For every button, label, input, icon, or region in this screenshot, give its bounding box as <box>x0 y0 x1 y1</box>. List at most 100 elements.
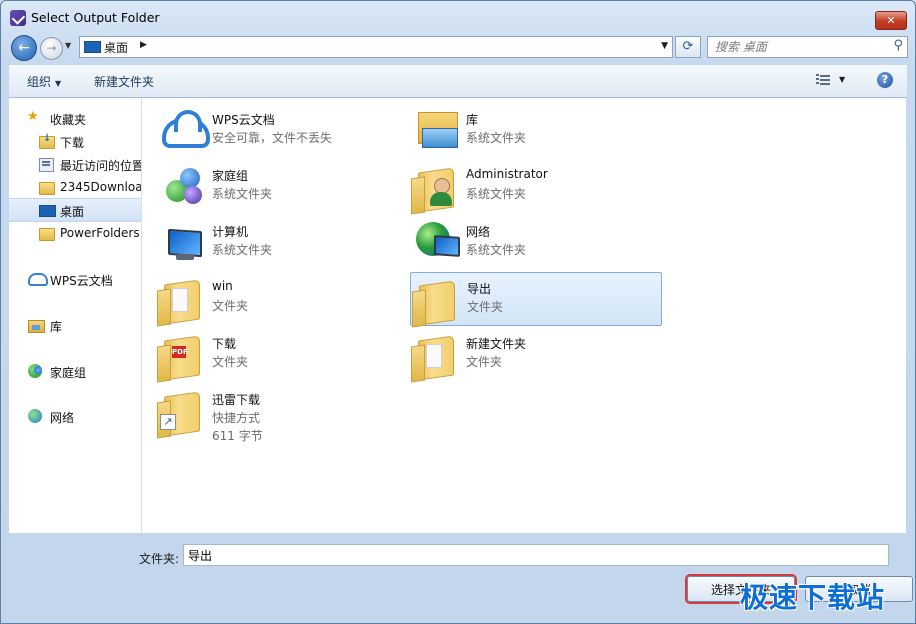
folder-icon <box>39 182 55 195</box>
recent-places-icon <box>39 158 54 172</box>
refresh-icon: ⟳ <box>682 39 694 54</box>
file-item-win[interactable]: win 文件夹 <box>156 272 406 325</box>
folder-name-label: 文件夹: <box>139 552 180 566</box>
file-item-libraries[interactable]: 库 系统文件夹 <box>410 104 660 156</box>
view-options-icon[interactable] <box>816 73 830 87</box>
sidebar-item-favorites[interactable]: ★ 收藏夹 <box>9 107 141 129</box>
sidebar-item-label: 网络 <box>50 411 75 425</box>
file-item-type: 文件夹 <box>212 355 249 369</box>
forward-button[interactable]: → <box>40 37 63 60</box>
sidebar-item-label: 2345Downloads <box>60 180 142 194</box>
file-item-downloads[interactable]: PDF 下载 文件夹 <box>156 328 406 381</box>
recent-pages-dropdown[interactable]: ▼ <box>65 41 71 50</box>
file-item-network[interactable]: 网络 系统文件夹 <box>410 216 660 268</box>
file-item-thunder-downloads[interactable]: ↗ 迅雷下载 快捷方式 611 字节 <box>156 384 406 454</box>
homegroup-icon <box>162 164 206 208</box>
sidebar-item-homegroup[interactable]: 家庭组 <box>9 360 141 382</box>
library-icon <box>28 320 45 333</box>
file-item-computer[interactable]: 计算机 系统文件夹 <box>156 216 406 268</box>
folder-icon <box>417 277 461 326</box>
sidebar-item-desktop[interactable]: 桌面 <box>9 198 141 222</box>
file-item-wps-cloud[interactable]: WPS云文档 安全可靠，文件不丢失 <box>156 104 406 156</box>
network-icon <box>416 220 460 264</box>
sidebar-item-label: 库 <box>50 320 63 334</box>
cloud-icon <box>28 273 48 286</box>
dialog-window: Select Output Folder ✕ ← → ▼ 桌面 ▶ ▼ ⟳ ⚲ … <box>0 0 916 624</box>
sidebar-item-label: WPS云文档 <box>50 274 113 288</box>
file-item-name: 迅雷下载 <box>212 393 261 407</box>
file-item-administrator[interactable]: Administrator 系统文件夹 <box>410 160 660 213</box>
file-list: WPS云文档 安全可靠，文件不丢失 库 系统文件夹 家庭组 系统文件夹 Admi… <box>142 98 906 533</box>
sidebar-item-label: 下载 <box>60 136 85 150</box>
file-item-type: 系统文件夹 <box>466 187 527 201</box>
folder-name-input[interactable] <box>183 544 889 566</box>
folder-icon <box>39 228 55 241</box>
file-item-type: 系统文件夹 <box>212 187 273 201</box>
file-item-export[interactable]: 导出 文件夹 <box>410 272 662 326</box>
desktop-icon <box>39 205 56 217</box>
folder-icon <box>416 332 460 381</box>
organize-menu[interactable]: 组织 ▼ <box>27 73 61 90</box>
address-dropdown-icon[interactable]: ▼ <box>661 41 668 51</box>
sidebar-item-libraries[interactable]: 库 <box>9 314 141 336</box>
sidebar-item-label: PowerFolders <box>60 226 140 240</box>
file-item-name: 新建文件夹 <box>466 337 527 351</box>
file-item-type: 文件夹 <box>212 299 249 313</box>
back-button[interactable]: ← <box>11 35 37 61</box>
file-item-name: Administrator <box>466 167 548 181</box>
close-button[interactable]: ✕ <box>875 11 907 30</box>
arrow-left-icon: ← <box>18 40 30 56</box>
help-icon[interactable]: ? <box>877 72 893 88</box>
file-item-type: 系统文件夹 <box>212 243 273 257</box>
library-icon <box>416 108 460 152</box>
new-folder-button[interactable]: 新建文件夹 <box>94 73 154 90</box>
close-icon: ✕ <box>886 14 896 27</box>
file-item-name: 家庭组 <box>212 169 249 183</box>
sidebar-item-wps-cloud[interactable]: WPS云文档 <box>9 268 141 290</box>
chevron-down-icon: ▼ <box>55 79 62 88</box>
navigation-pane: ★ 收藏夹 下载 最近访问的位置 2345Downloads 桌面 PowerF… <box>9 98 142 533</box>
file-item-homegroup[interactable]: 家庭组 系统文件夹 <box>156 160 406 212</box>
navigation-bar: ← → ▼ 桌面 ▶ ▼ ⟳ ⚲ <box>1 33 915 63</box>
sidebar-item-label: 桌面 <box>60 205 85 219</box>
sidebar-item-network[interactable]: 网络 <box>9 405 141 427</box>
breadcrumb-chevron-icon[interactable]: ▶ <box>140 40 147 50</box>
search-input[interactable] <box>713 38 887 56</box>
user-folder-icon <box>416 164 460 213</box>
sidebar-item-powerfolders[interactable]: PowerFolders <box>9 222 141 244</box>
network-icon <box>28 409 42 423</box>
sidebar-item-label: 最近访问的位置 <box>60 159 142 173</box>
file-item-type: 快捷方式 <box>212 411 261 425</box>
view-dropdown-icon[interactable]: ▼ <box>839 75 845 84</box>
sidebar-item-downloads[interactable]: 下载 <box>9 130 141 152</box>
search-box[interactable]: ⚲ <box>707 36 908 58</box>
sidebar-item-2345downloads[interactable]: 2345Downloads <box>9 176 141 198</box>
sidebar-item-recent-places[interactable]: 最近访问的位置 <box>9 153 141 175</box>
refresh-button[interactable]: ⟳ <box>675 36 701 58</box>
file-item-type: 文件夹 <box>467 300 504 314</box>
computer-icon <box>162 220 206 264</box>
watermark-logo: 极速下载站 <box>740 581 886 614</box>
file-item-type: 系统文件夹 <box>466 131 527 145</box>
search-icon[interactable]: ⚲ <box>893 38 903 53</box>
star-icon: ★ <box>27 109 39 124</box>
command-toolbar: 组织 ▼ 新建文件夹 ▼ ? <box>9 65 907 98</box>
file-item-name: 网络 <box>466 225 491 239</box>
wps-cloud-icon <box>162 108 210 152</box>
file-item-name: 导出 <box>467 282 492 296</box>
file-item-type: 安全可靠，文件不丢失 <box>212 131 333 145</box>
sidebar-item-label: 家庭组 <box>50 366 87 380</box>
title-bar[interactable]: Select Output Folder ✕ <box>1 1 915 33</box>
app-icon <box>10 10 26 26</box>
homegroup-icon <box>28 364 42 378</box>
address-bar[interactable]: 桌面 ▶ ▼ <box>79 36 673 58</box>
downloads-folder-icon <box>39 133 55 149</box>
file-item-type: 系统文件夹 <box>466 243 527 257</box>
arrow-right-icon: → <box>46 41 57 55</box>
breadcrumb-desktop[interactable]: 桌面 <box>104 39 128 56</box>
file-item-type: 文件夹 <box>466 355 503 369</box>
file-item-size: 611 字节 <box>212 429 263 443</box>
pdf-folder-icon: PDF <box>162 332 206 381</box>
shortcut-arrow-icon: ↗ <box>160 414 176 430</box>
file-item-new-folder[interactable]: 新建文件夹 文件夹 <box>410 328 660 381</box>
